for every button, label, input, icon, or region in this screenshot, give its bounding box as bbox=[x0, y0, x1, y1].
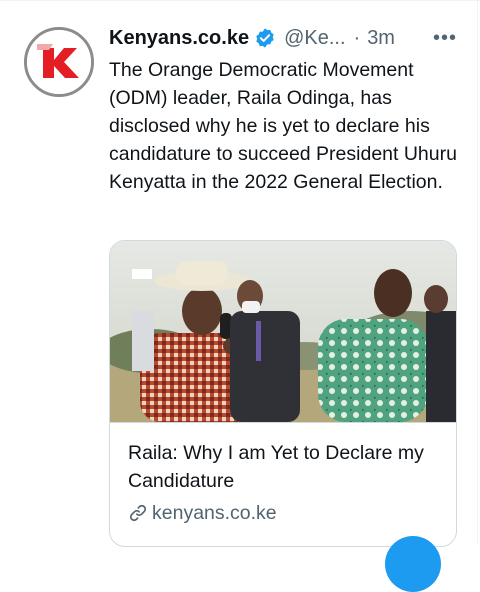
handle[interactable]: @Ke... bbox=[284, 27, 345, 50]
timeline-border bbox=[477, 0, 478, 545]
tweet-text: The Orange Democratic Movement (ODM) lea… bbox=[109, 59, 457, 193]
card-title[interactable]: Raila: Why I am Yet to Declare my Candid… bbox=[128, 439, 448, 495]
link-icon bbox=[128, 503, 148, 523]
separator-dot: · bbox=[353, 26, 361, 49]
verified-badge-icon bbox=[254, 27, 276, 49]
tweet-header: Kenyans.co.ke @Ke... · 3m bbox=[109, 24, 395, 52]
kenyans-logo bbox=[27, 30, 91, 94]
card-domain[interactable]: kenyans.co.ke bbox=[128, 499, 277, 527]
card-domain-text: kenyans.co.ke bbox=[152, 502, 277, 524]
compose-button[interactable] bbox=[385, 536, 441, 592]
link-card[interactable]: Raila: Why I am Yet to Declare my Candid… bbox=[109, 240, 457, 547]
top-divider bbox=[0, 0, 480, 1]
more-options-icon[interactable]: ••• bbox=[430, 26, 460, 50]
display-name[interactable]: Kenyans.co.ke bbox=[109, 27, 249, 50]
timestamp[interactable]: 3m bbox=[367, 27, 395, 50]
avatar[interactable] bbox=[24, 27, 94, 97]
card-image[interactable] bbox=[110, 241, 456, 423]
